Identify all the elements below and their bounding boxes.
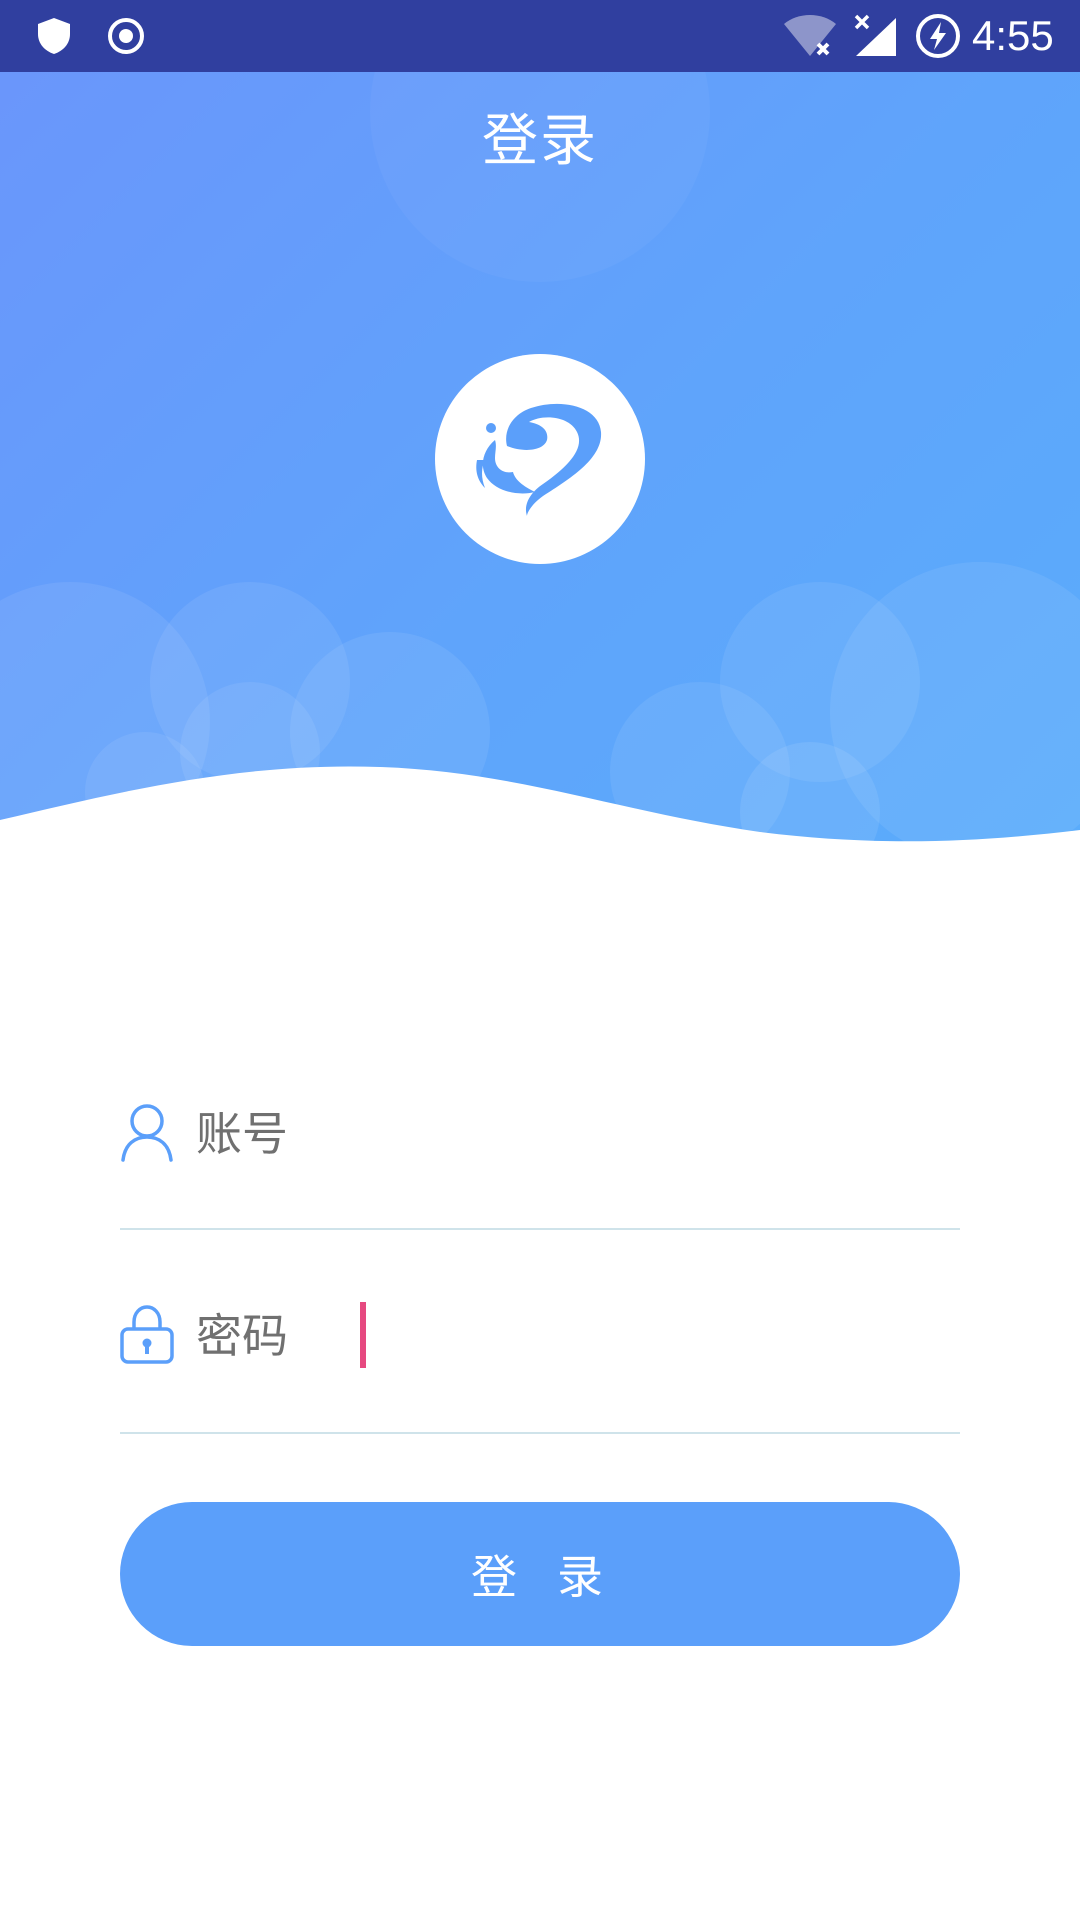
password-label: 密码 [196, 1309, 288, 1363]
login-form: 账号 密码 [120, 1080, 960, 1434]
wifi-off-icon [784, 15, 836, 56]
password-input[interactable] [360, 1300, 950, 1366]
password-field: 密码 [120, 1284, 960, 1434]
status-bar: 4:55 [0, 0, 1080, 72]
status-time: 4:55 [972, 12, 1054, 59]
login-screen: 4:55 登录 账号 密码 登录 [0, 0, 1080, 1920]
account-field: 账号 [120, 1080, 960, 1230]
app-logo [435, 354, 645, 564]
login-button[interactable]: 登录 [120, 1502, 960, 1646]
lock-icon [120, 1305, 174, 1364]
account-label: 账号 [196, 1107, 288, 1161]
user-icon [121, 1104, 173, 1162]
account-input[interactable] [360, 1100, 950, 1166]
record-icon [108, 18, 144, 54]
signal-off-icon [854, 14, 896, 56]
battery-charging-icon [916, 14, 960, 58]
shield-icon [38, 18, 70, 54]
swan-logo-icon [476, 403, 602, 516]
header-banner: 登录 [0, 72, 1080, 852]
page-title: 登录 [482, 109, 598, 174]
